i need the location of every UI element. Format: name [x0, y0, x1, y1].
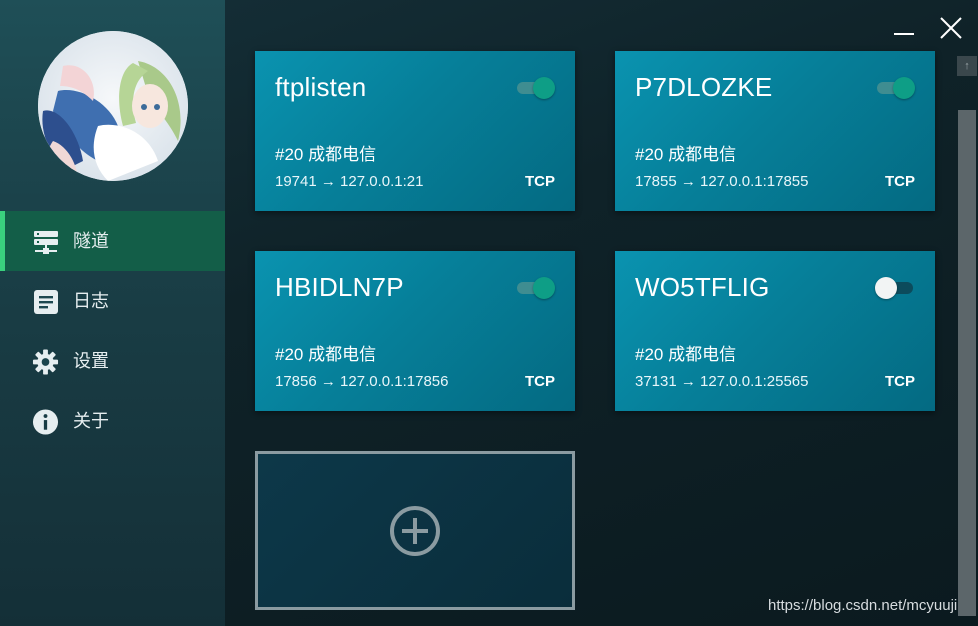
- tunnel-protocol: TCP: [885, 173, 915, 190]
- sidebar-item-label: 隧道: [73, 231, 109, 251]
- plus-circle-icon: [390, 505, 440, 556]
- tunnel-name: ftplisten: [275, 72, 367, 102]
- tunnel-card[interactable]: P7DLOZKE #20 成都电信 17855 → 127.0.0.1:1785…: [615, 51, 935, 211]
- tunnel-region: #20 成都电信: [275, 145, 377, 164]
- sidebar: 隧道 日志 设置 关于: [0, 0, 225, 626]
- app-window: 隧道 日志 设置 关于 ↑ ftplisten #20 成都电信 19741 →…: [0, 0, 978, 626]
- close-icon: [940, 17, 962, 39]
- server-icon: [32, 228, 59, 255]
- sidebar-nav: 隧道 日志 设置 关于: [0, 211, 225, 451]
- document-icon: [32, 288, 59, 315]
- minimize-icon: [894, 33, 914, 35]
- avatar-image: [38, 31, 188, 181]
- sidebar-item-logs[interactable]: 日志: [0, 271, 225, 331]
- tunnel-region: #20 成都电信: [635, 345, 737, 364]
- sidebar-item-label: 关于: [73, 411, 109, 431]
- tunnel-card[interactable]: WO5TFLIG #20 成都电信 37131 → 127.0.0.1:2556…: [615, 251, 935, 411]
- close-button[interactable]: [937, 14, 965, 42]
- watermark: https://blog.csdn.net/mcyuuji: [768, 597, 958, 614]
- tunnel-toggle[interactable]: [875, 77, 915, 99]
- tunnel-name: P7DLOZKE: [635, 72, 773, 102]
- add-tunnel-button[interactable]: [255, 451, 575, 610]
- tunnel-protocol: TCP: [885, 373, 915, 390]
- tunnel-card[interactable]: ftplisten #20 成都电信 19741 → 127.0.0.1:21 …: [255, 51, 575, 211]
- tunnel-toggle[interactable]: [875, 277, 915, 299]
- sidebar-item-tunnels[interactable]: 隧道: [0, 211, 225, 271]
- tunnel-mapping: 17856 → 127.0.0.1:17856: [275, 373, 449, 390]
- tunnel-name: HBIDLN7P: [275, 272, 404, 302]
- gear-icon: [32, 348, 59, 375]
- sidebar-item-settings[interactable]: 设置: [0, 331, 225, 391]
- scrollbar-thumb[interactable]: [958, 110, 976, 616]
- tunnel-protocol: TCP: [525, 373, 555, 390]
- minimize-button[interactable]: [890, 14, 918, 42]
- tunnel-mapping: 19741 → 127.0.0.1:21: [275, 173, 424, 190]
- sidebar-item-label: 设置: [73, 351, 109, 371]
- tunnel-toggle[interactable]: [515, 277, 555, 299]
- tunnel-protocol: TCP: [525, 173, 555, 190]
- info-icon: [32, 408, 59, 435]
- tunnel-mapping: 17855 → 127.0.0.1:17855: [635, 173, 809, 190]
- sidebar-item-label: 日志: [73, 291, 109, 311]
- tunnel-region: #20 成都电信: [275, 345, 377, 364]
- tunnel-card[interactable]: HBIDLN7P #20 成都电信 17856 → 127.0.0.1:1785…: [255, 251, 575, 411]
- avatar[interactable]: [38, 31, 188, 181]
- tunnel-mapping: 37131 → 127.0.0.1:25565: [635, 373, 809, 390]
- tunnel-toggle[interactable]: [515, 77, 555, 99]
- sidebar-item-about[interactable]: 关于: [0, 391, 225, 451]
- tunnel-name: WO5TFLIG: [635, 272, 770, 302]
- scroll-up-button[interactable]: ↑: [957, 56, 977, 76]
- tunnel-region: #20 成都电信: [635, 145, 737, 164]
